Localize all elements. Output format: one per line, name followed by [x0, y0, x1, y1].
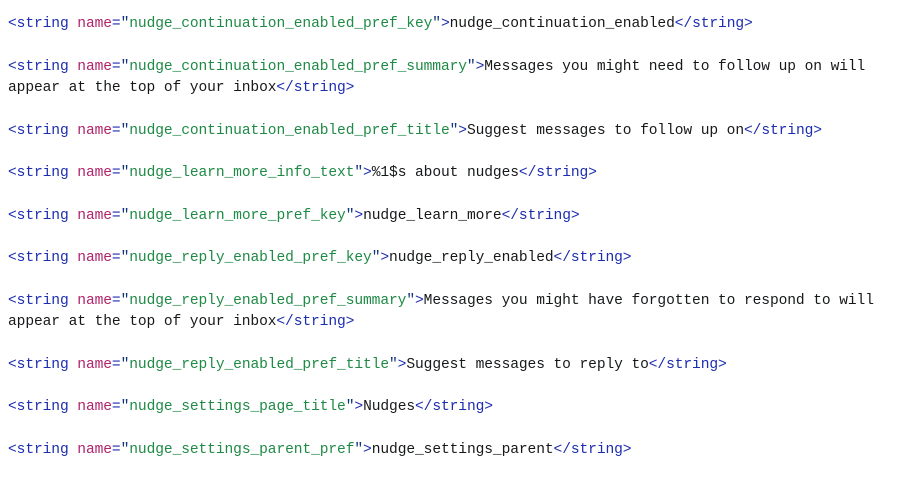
xml-attribute-name: name	[77, 441, 112, 458]
xml-open-tag: <string	[8, 441, 69, 458]
xml-tag-close-bracket: >	[380, 250, 390, 266]
xml-attribute-name: name	[77, 16, 112, 32]
xml-tag-close-bracket: >	[363, 165, 372, 181]
xml-attribute-name: name	[77, 58, 112, 75]
string-resource-value: nudge_reply_enabled	[389, 250, 554, 266]
xml-quote-open: "	[120, 122, 130, 139]
xml-tag-close-bracket: >	[363, 441, 372, 458]
xml-quote-open: "	[120, 399, 130, 415]
xml-equals-sign: =	[111, 441, 121, 458]
xml-quote-open: "	[120, 441, 130, 458]
xml-quote-close: "	[389, 356, 398, 373]
xml-attribute-name: name	[77, 122, 112, 139]
xml-equals-sign: =	[111, 250, 121, 266]
xml-close-tag: </string>	[518, 165, 597, 181]
string-resource-entry[interactable]: <string name="nudge_reply_enabled_pref_k…	[8, 248, 898, 270]
string-resource-name: nudge_settings_page_title	[129, 399, 346, 415]
string-resource-value: Suggest messages to follow up on	[466, 122, 744, 139]
string-resource-value: nudge_continuation_enabled	[449, 16, 675, 32]
xml-close-tag: </string>	[415, 399, 493, 415]
string-resource-name: nudge_reply_enabled_pref_summary	[129, 292, 407, 309]
string-resource-value: Nudges	[363, 399, 416, 415]
xml-close-tag: </string>	[553, 441, 632, 458]
code-view[interactable]: <string name="nudge_continuation_enabled…	[0, 0, 904, 500]
xml-open-tag: <string	[8, 356, 69, 373]
xml-tag-close-bracket: >	[354, 399, 364, 415]
string-resource-entry[interactable]: <string name="nudge_learn_more_pref_key"…	[8, 206, 898, 228]
xml-open-tag: <string	[8, 165, 69, 181]
xml-close-tag: </string>	[276, 80, 355, 96]
string-resource-name: nudge_reply_enabled_pref_key	[129, 250, 372, 266]
string-resource-value: nudge_learn_more	[363, 207, 502, 224]
xml-equals-sign: =	[111, 292, 121, 309]
xml-quote-open: "	[120, 356, 130, 373]
xml-quote-open: "	[120, 58, 130, 75]
string-resource-name: nudge_continuation_enabled_pref_key	[129, 16, 433, 32]
xml-equals-sign: =	[111, 399, 121, 415]
string-resource-name: nudge_learn_more_pref_key	[129, 207, 346, 224]
string-resource-value: Suggest messages to reply to	[406, 356, 649, 373]
xml-attribute-name: name	[77, 356, 112, 373]
string-resource-entry[interactable]: <string name="nudge_settings_page_title"…	[8, 397, 898, 419]
xml-quote-close: "	[449, 122, 459, 139]
xml-quote-close: "	[432, 16, 441, 32]
xml-tag-close-bracket: >	[475, 58, 485, 75]
string-resource-entry[interactable]: <string name="nudge_reply_enabled_pref_t…	[8, 355, 898, 377]
xml-attribute-name: name	[77, 250, 112, 266]
string-resource-entry[interactable]: <string name="nudge_continuation_enabled…	[8, 57, 898, 100]
xml-close-tag: </string>	[744, 122, 822, 139]
string-resource-value: %1$s about nudges	[371, 165, 519, 181]
xml-quote-open: "	[120, 250, 130, 266]
xml-attribute-name: name	[77, 207, 112, 224]
xml-tag-close-bracket: >	[414, 292, 424, 309]
xml-open-tag: <string	[8, 250, 69, 266]
string-resource-name: nudge_continuation_enabled_pref_summary	[129, 58, 467, 75]
xml-close-tag: </string>	[553, 250, 632, 266]
string-resource-entry[interactable]: <string name="nudge_continuation_enabled…	[8, 14, 898, 36]
xml-quote-open: "	[120, 16, 130, 32]
xml-quote-close: "	[466, 58, 476, 75]
xml-open-tag: <string	[8, 292, 69, 309]
string-resource-entry[interactable]: <string name="nudge_settings_parent_pref…	[8, 440, 898, 462]
xml-open-tag: <string	[8, 207, 69, 224]
xml-attribute-name: name	[77, 292, 112, 309]
string-resource-value: nudge_settings_parent	[371, 441, 554, 458]
xml-quote-close: "	[354, 441, 364, 458]
xml-open-tag: <string	[8, 399, 69, 415]
string-resource-name: nudge_learn_more_info_text	[129, 165, 355, 181]
string-resource-name: nudge_continuation_enabled_pref_title	[129, 122, 450, 139]
xml-equals-sign: =	[111, 16, 121, 32]
xml-open-tag: <string	[8, 122, 69, 139]
string-resource-name: nudge_settings_parent_pref	[129, 441, 355, 458]
xml-equals-sign: =	[111, 58, 121, 75]
xml-equals-sign: =	[111, 356, 121, 373]
xml-quote-open: "	[120, 165, 130, 181]
xml-tag-close-bracket: >	[440, 16, 450, 32]
xml-equals-sign: =	[111, 207, 121, 224]
xml-close-tag: </string>	[276, 314, 355, 330]
xml-quote-open: "	[120, 207, 130, 224]
string-resource-entry[interactable]: <string name="nudge_learn_more_info_text…	[8, 163, 898, 185]
xml-tag-close-bracket: >	[458, 122, 467, 139]
xml-tag-close-bracket: >	[354, 207, 364, 224]
xml-quote-close: "	[406, 292, 415, 309]
xml-attribute-name: name	[77, 165, 112, 181]
string-resource-name: nudge_reply_enabled_pref_title	[129, 356, 389, 373]
xml-close-tag: </string>	[674, 16, 753, 32]
string-resource-entry[interactable]: <string name="nudge_continuation_enabled…	[8, 121, 898, 143]
xml-equals-sign: =	[111, 165, 121, 181]
xml-quote-close: "	[354, 165, 364, 181]
xml-close-tag: </string>	[501, 207, 580, 224]
xml-equals-sign: =	[111, 122, 121, 139]
string-resource-entry[interactable]: <string name="nudge_reply_enabled_pref_s…	[8, 291, 898, 334]
xml-attribute-name: name	[77, 399, 112, 415]
xml-close-tag: </string>	[648, 356, 727, 373]
xml-open-tag: <string	[8, 58, 69, 75]
xml-quote-open: "	[120, 292, 130, 309]
xml-open-tag: <string	[8, 16, 69, 32]
